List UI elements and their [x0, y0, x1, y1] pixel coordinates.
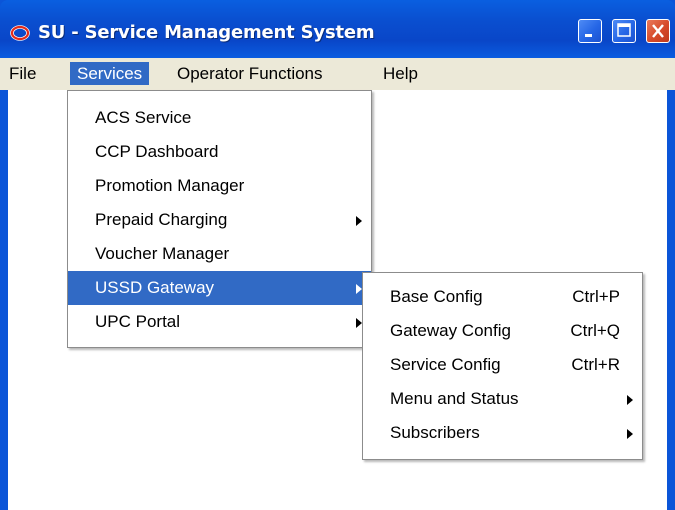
menu-item-label: Gateway Config — [390, 321, 511, 340]
maximize-button[interactable] — [612, 19, 636, 43]
oracle-logo-icon — [10, 25, 30, 41]
menu-item-menu-and-status[interactable]: Menu and Status — [363, 382, 642, 416]
ussd-gateway-submenu: Base Config Ctrl+P Gateway Config Ctrl+Q… — [362, 272, 643, 460]
menu-item-label: UPC Portal — [95, 312, 181, 331]
menu-bar: File Services Operator Functions Help — [0, 58, 675, 90]
menu-item-label: CCP Dashboard — [95, 142, 219, 161]
menu-item-label: Service Config — [390, 355, 501, 374]
menu-item-label: Prepaid Charging — [95, 210, 228, 229]
window-title: SU - Service Management System — [38, 22, 375, 43]
menu-item-label: Voucher Manager — [95, 244, 230, 263]
menu-item-promotion-manager[interactable]: Promotion Manager — [68, 169, 371, 203]
close-button[interactable] — [646, 19, 670, 43]
close-icon — [652, 24, 664, 38]
menu-item-label: Promotion Manager — [95, 176, 245, 195]
menu-operator-functions[interactable]: Operator Functions — [170, 62, 330, 85]
menu-file[interactable]: File — [2, 62, 43, 85]
menu-item-label: Menu and Status — [390, 389, 519, 408]
menu-item-label: ACS Service — [95, 108, 192, 127]
shortcut-label: Ctrl+Q — [570, 321, 620, 340]
menu-item-ccp-dashboard[interactable]: CCP Dashboard — [68, 135, 371, 169]
menu-item-base-config[interactable]: Base Config Ctrl+P — [363, 280, 642, 314]
menu-item-subscribers[interactable]: Subscribers — [363, 416, 642, 450]
maximize-icon — [617, 23, 631, 37]
menu-item-gateway-config[interactable]: Gateway Config Ctrl+Q — [363, 314, 642, 348]
menu-item-acs-service[interactable]: ACS Service — [68, 101, 371, 135]
services-dropdown: ACS Service CCP Dashboard Promotion Mana… — [67, 90, 372, 348]
title-bar[interactable]: SU - Service Management System — [0, 0, 675, 58]
shortcut-label: Ctrl+P — [572, 287, 620, 306]
menu-services[interactable]: Services — [70, 62, 150, 85]
submenu-arrow-icon — [356, 216, 362, 226]
menu-item-voucher-manager[interactable]: Voucher Manager — [68, 237, 371, 271]
minimize-icon — [585, 34, 592, 37]
menu-item-upc-portal[interactable]: UPC Portal — [68, 305, 371, 339]
submenu-arrow-icon — [627, 429, 633, 439]
shortcut-label: Ctrl+R — [571, 355, 620, 374]
menu-item-label: USSD Gateway — [95, 278, 215, 297]
minimize-button[interactable] — [578, 19, 602, 43]
menu-item-label: Subscribers — [390, 423, 480, 442]
menu-help[interactable]: Help — [376, 62, 425, 85]
submenu-arrow-icon — [627, 395, 633, 405]
menu-item-label: Base Config — [390, 287, 483, 306]
menu-item-ussd-gateway[interactable]: USSD Gateway — [68, 271, 371, 305]
menu-item-service-config[interactable]: Service Config Ctrl+R — [363, 348, 642, 382]
menu-item-prepaid-charging[interactable]: Prepaid Charging — [68, 203, 371, 237]
